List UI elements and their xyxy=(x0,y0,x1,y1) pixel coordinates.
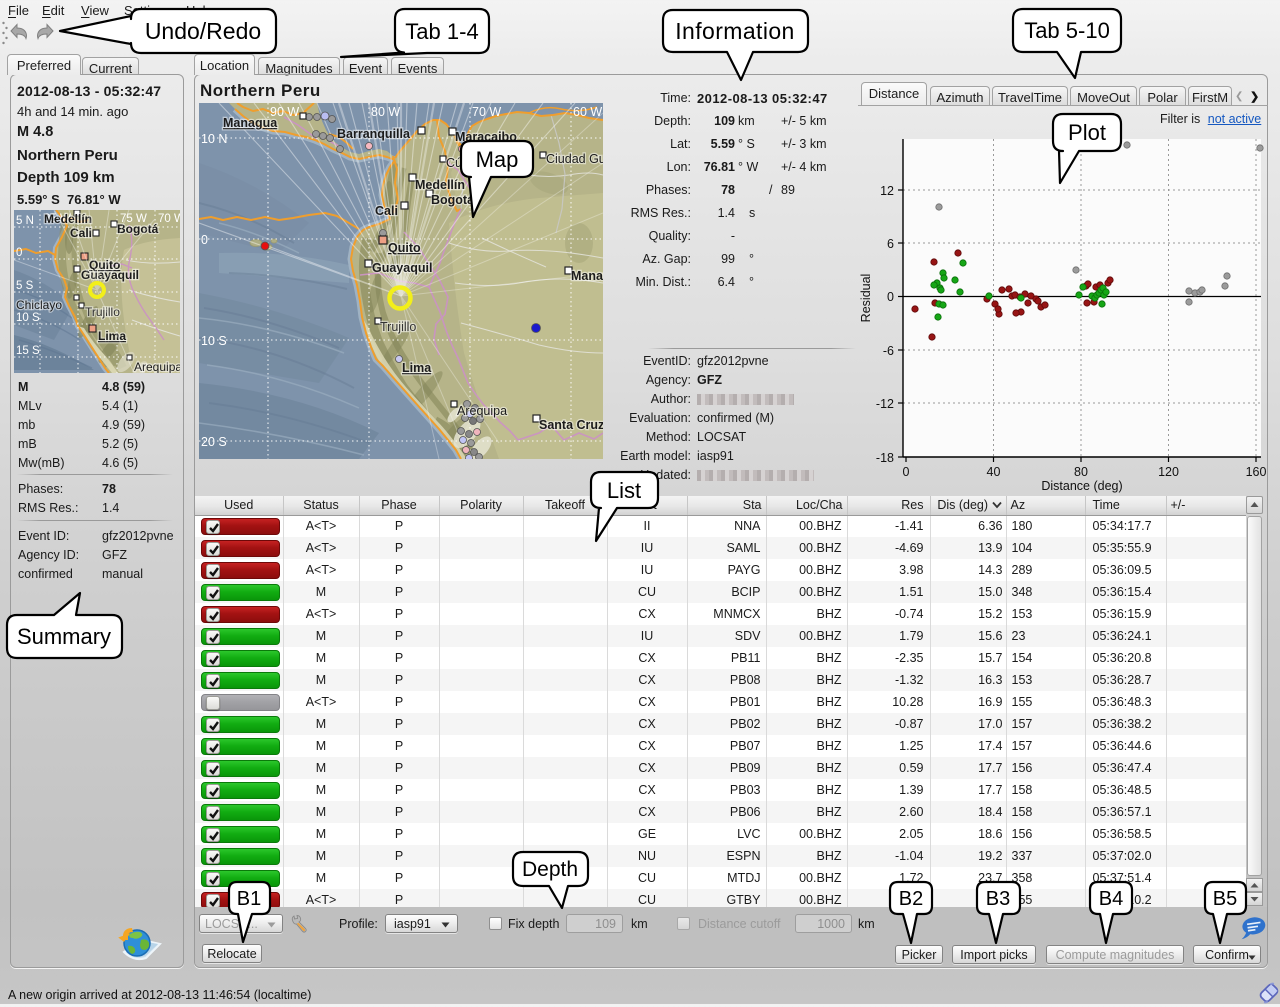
svg-text:-18: -18 xyxy=(876,451,894,465)
svg-text:Information: Information xyxy=(675,18,794,44)
svg-text:Tab 1-4: Tab 1-4 xyxy=(405,19,478,44)
svg-text:Residual: Residual xyxy=(859,274,873,323)
svg-text:12: 12 xyxy=(880,184,894,198)
svg-text:40: 40 xyxy=(987,465,1001,479)
svg-text:Lima: Lima xyxy=(98,329,126,343)
svg-text:10 S: 10 S xyxy=(16,312,40,324)
svg-text:0: 0 xyxy=(903,465,910,479)
svg-text:0: 0 xyxy=(887,290,894,304)
svg-text:-6: -6 xyxy=(883,344,894,358)
svg-text:80: 80 xyxy=(1074,465,1088,479)
svg-text:Distance (deg): Distance (deg) xyxy=(1041,479,1122,493)
svg-text:10 S: 10 S xyxy=(201,334,227,348)
svg-text:6: 6 xyxy=(887,237,894,251)
svg-text:-12: -12 xyxy=(876,397,894,411)
svg-text:Trujillo: Trujillo xyxy=(85,305,120,319)
svg-text:120: 120 xyxy=(1158,465,1179,479)
svg-text:Tab 5-10: Tab 5-10 xyxy=(1024,18,1110,43)
svg-text:Trujillo: Trujillo xyxy=(380,320,416,334)
svg-text:160: 160 xyxy=(1246,465,1267,479)
svg-text:Chiclayo: Chiclayo xyxy=(16,298,62,312)
